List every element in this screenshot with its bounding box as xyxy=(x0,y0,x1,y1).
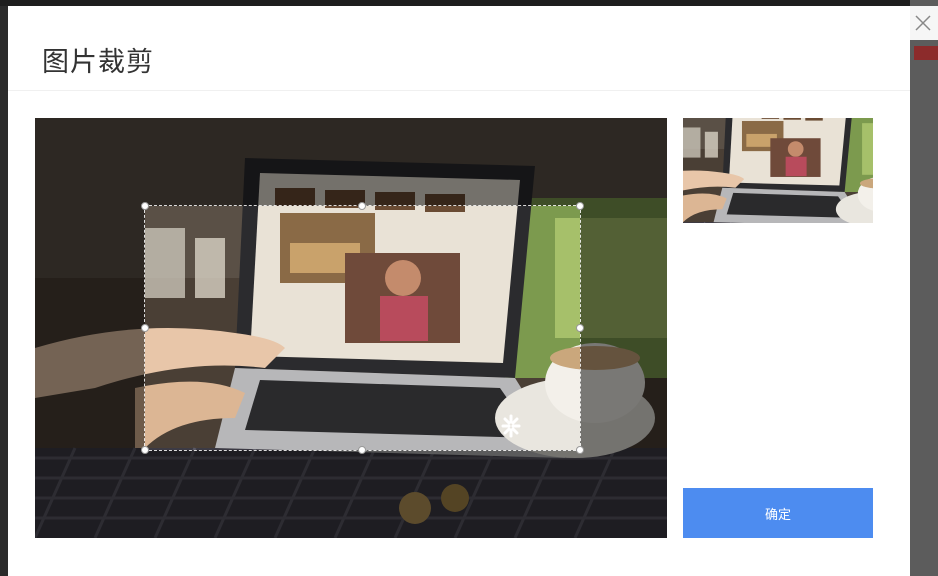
crop-canvas[interactable] xyxy=(35,118,667,538)
crop-handle-right[interactable] xyxy=(576,324,584,332)
close-button[interactable] xyxy=(906,6,938,40)
crop-handle-top-left[interactable] xyxy=(141,202,149,210)
background-accent-block xyxy=(914,46,938,60)
background-right-edge xyxy=(910,0,938,576)
title-divider xyxy=(8,90,910,91)
crop-handle-left[interactable] xyxy=(141,324,149,332)
crop-handle-top-right[interactable] xyxy=(576,202,584,210)
modal-title: 图片裁剪 xyxy=(42,47,154,77)
crop-preview-image xyxy=(683,118,873,223)
crop-handle-top[interactable] xyxy=(358,202,366,210)
confirm-button[interactable]: 确定 xyxy=(683,488,873,538)
crop-handle-bottom-left[interactable] xyxy=(141,446,149,454)
crop-preview xyxy=(683,118,873,223)
brand-watermark-icon xyxy=(501,414,521,438)
crop-handle-bottom[interactable] xyxy=(358,446,366,454)
brand-watermark xyxy=(500,403,580,449)
close-icon xyxy=(915,15,931,31)
